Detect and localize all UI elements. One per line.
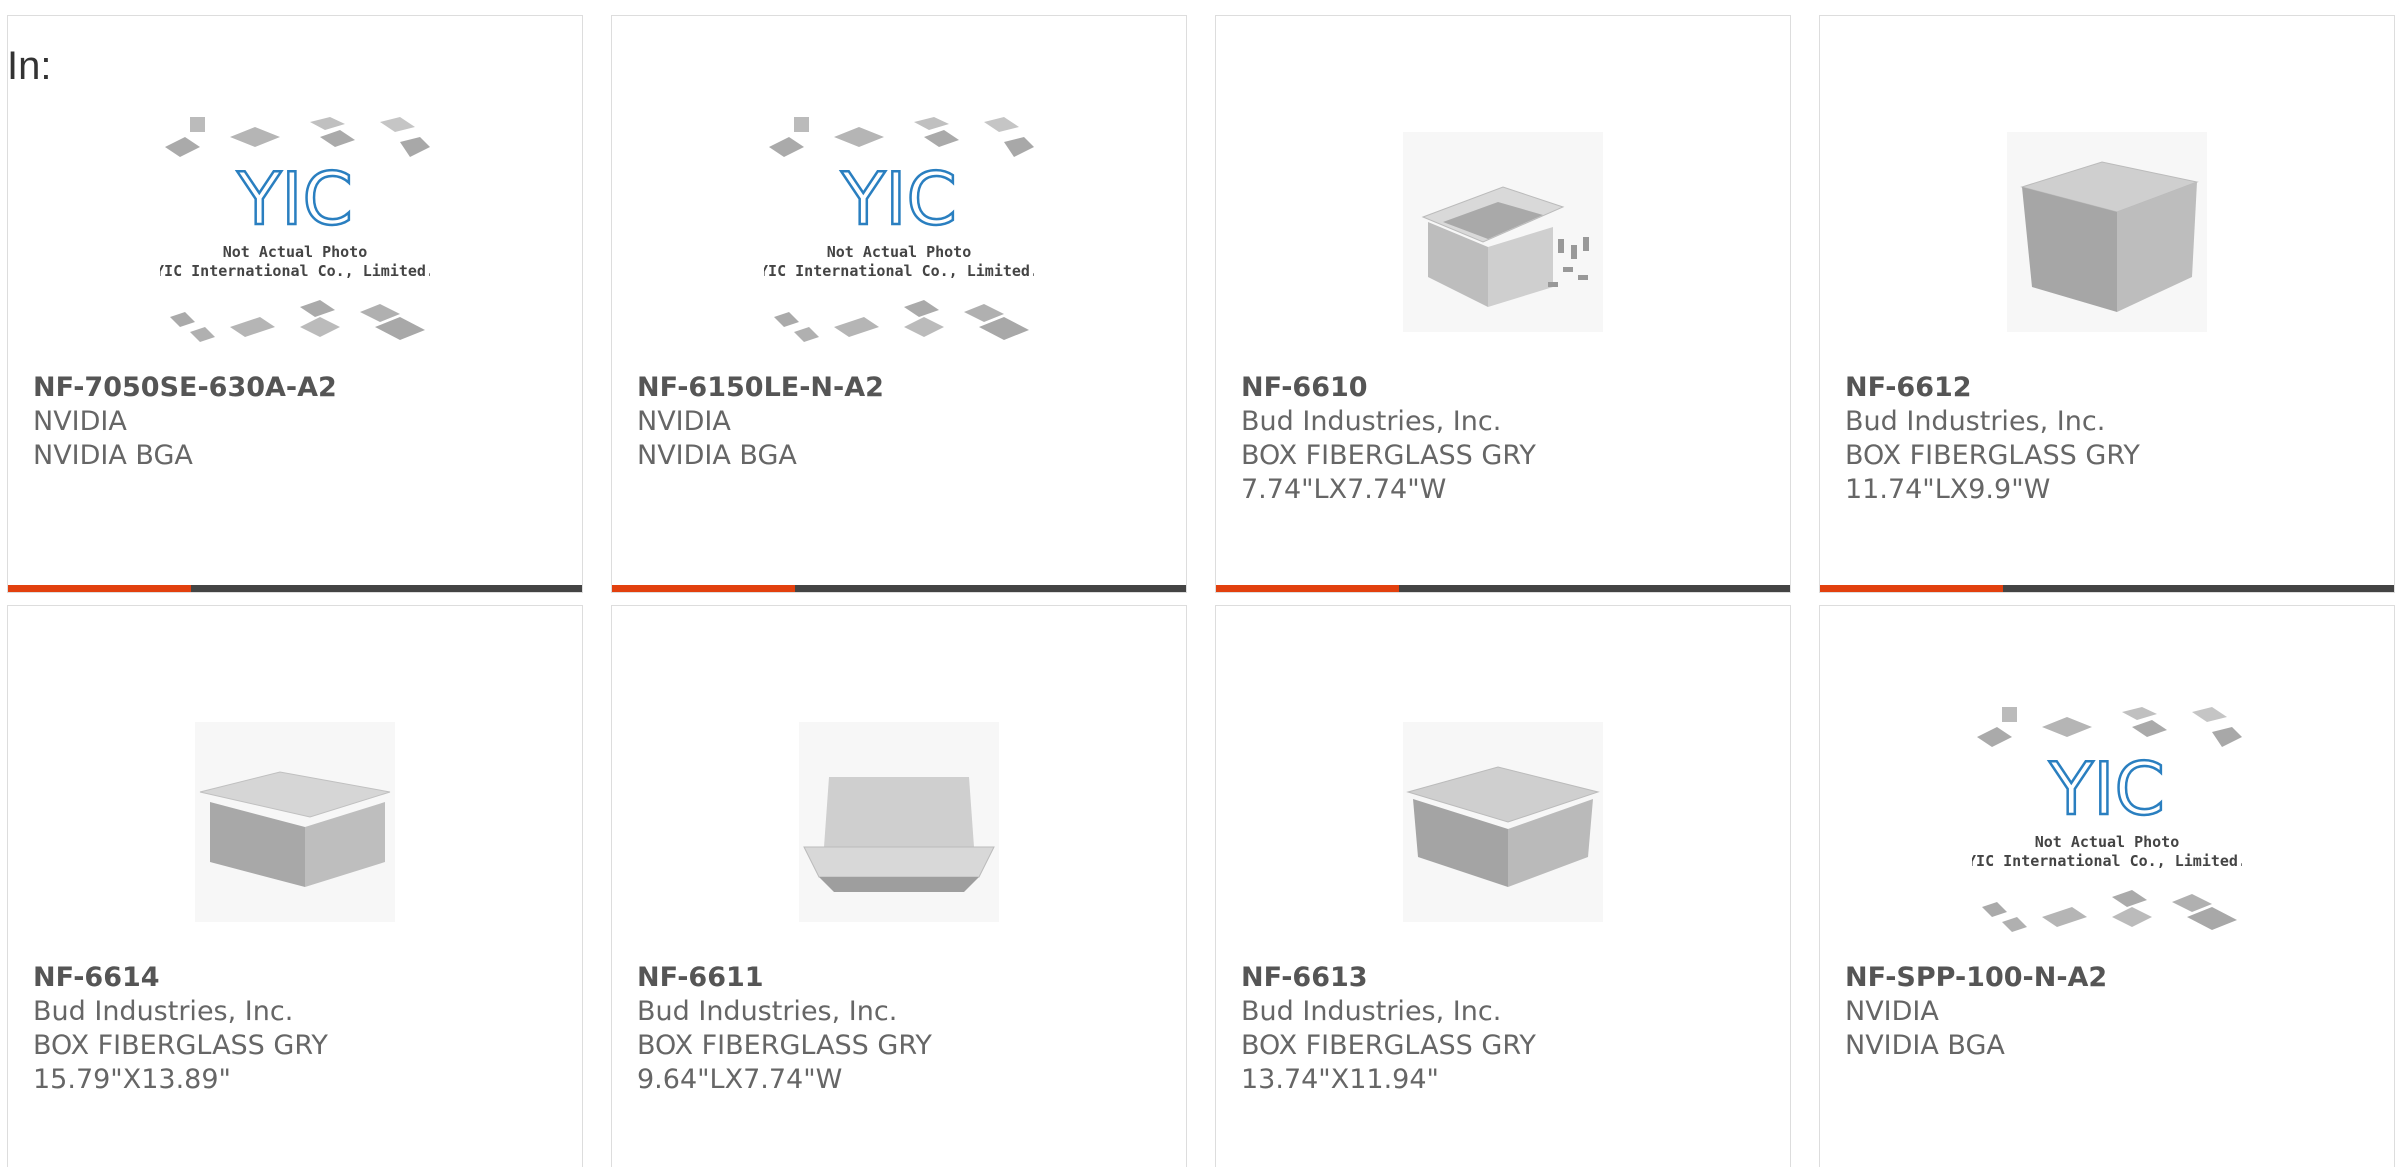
not-actual-photo-text: Not Actual Photo: [223, 243, 368, 261]
description-dimensions: 7.74"LX7.74"W: [1241, 474, 1447, 505]
manufacturer: Bud Industries, Inc.: [1845, 406, 2106, 437]
product-image[interactable]: [612, 688, 1186, 956]
description: BOX FIBERGLASS GRY: [1241, 440, 1536, 471]
placeholder-logo-image: YIC Not Actual Photo YIC International Co.…: [160, 112, 430, 352]
product-card[interactable]: NF-6611 Bud Industries, Inc. BOX FIBERGL…: [611, 605, 1187, 1167]
manufacturer: Bud Industries, Inc.: [1241, 406, 1502, 437]
description: NVIDIA BGA: [637, 440, 797, 471]
manufacturer: Bud Industries, Inc.: [1241, 996, 1502, 1027]
description-dimensions: 11.74"LX9.9"W: [1845, 474, 2051, 505]
description: BOX FIBERGLASS GRY: [637, 1030, 932, 1061]
product-grid-page: In: YIC Not Actual Photo YIC International…: [0, 0, 2400, 1167]
card-underline-accent: [1216, 585, 1399, 592]
enclosure-open-image: [1403, 132, 1603, 332]
yic-logo-text: YIC: [840, 157, 957, 241]
product-card[interactable]: YIC Not Actual Photo YIC International Co.…: [1819, 605, 2395, 1167]
enclosure-closed-image: [2007, 132, 2207, 332]
description: BOX FIBERGLASS GRY: [33, 1030, 328, 1061]
description-dimensions: 9.64"LX7.74"W: [637, 1064, 843, 1095]
part-number[interactable]: NF-6150LE-N-A2: [637, 371, 1166, 405]
part-number[interactable]: NF-6611: [637, 961, 1166, 995]
part-number[interactable]: NF-6610: [1241, 371, 1770, 405]
company-name-text: YIC International Co., Limited.: [764, 262, 1034, 280]
part-number[interactable]: NF-6614: [33, 961, 562, 995]
product-card[interactable]: NF-6612 Bud Industries, Inc. BOX FIBERGL…: [1819, 15, 2395, 593]
card-underline-bar: [612, 585, 1186, 592]
not-actual-photo-text: Not Actual Photo: [2035, 833, 2180, 851]
description: NVIDIA BGA: [1845, 1030, 2005, 1061]
product-image[interactable]: [1216, 688, 1790, 956]
product-image[interactable]: [1820, 98, 2394, 366]
product-image[interactable]: YIC Not Actual Photo YIC International Co.…: [612, 98, 1186, 366]
in-label: In:: [7, 44, 52, 88]
company-name-text: YIC International Co., Limited.: [160, 262, 430, 280]
part-number[interactable]: NF-7050SE-630A-A2: [33, 371, 562, 405]
product-image[interactable]: YIC Not Actual Photo YIC International Co.…: [1820, 688, 2394, 956]
part-number[interactable]: NF-6612: [1845, 371, 2374, 405]
company-name-text: YIC International Co., Limited.: [1972, 852, 2242, 870]
placeholder-logo-image: YIC Not Actual Photo YIC International Co.…: [764, 112, 1034, 352]
enclosure-closed-image: [195, 722, 395, 922]
enclosure-closed-image: [1403, 722, 1603, 922]
enclosure-inverted-image: [799, 722, 999, 922]
product-card[interactable]: YIC Not Actual Photo YIC International Co.…: [7, 15, 583, 593]
product-image[interactable]: YIC Not Actual Photo YIC International Co.…: [8, 98, 582, 366]
yic-logo-text: YIC: [236, 157, 353, 241]
product-image[interactable]: [1216, 98, 1790, 366]
description: NVIDIA BGA: [33, 440, 193, 471]
part-number[interactable]: NF-6613: [1241, 961, 1770, 995]
card-underline-accent: [612, 585, 795, 592]
description-dimensions: 15.79"X13.89": [33, 1064, 231, 1095]
product-card[interactable]: YIC Not Actual Photo YIC International Co.…: [611, 15, 1187, 593]
manufacturer: Bud Industries, Inc.: [33, 996, 294, 1027]
part-number[interactable]: NF-SPP-100-N-A2: [1845, 961, 2374, 995]
not-actual-photo-text: Not Actual Photo: [827, 243, 972, 261]
yic-logo-text: YIC: [2048, 747, 2165, 831]
card-underline-bar: [1820, 585, 2394, 592]
description: BOX FIBERGLASS GRY: [1845, 440, 2140, 471]
manufacturer: NVIDIA: [33, 406, 127, 437]
card-underline-bar: [1216, 585, 1790, 592]
card-underline-accent: [8, 585, 191, 592]
product-image[interactable]: [8, 688, 582, 956]
description: BOX FIBERGLASS GRY: [1241, 1030, 1536, 1061]
manufacturer: NVIDIA: [637, 406, 731, 437]
description-dimensions: 13.74"X11.94": [1241, 1064, 1439, 1095]
placeholder-logo-image: YIC Not Actual Photo YIC International Co.…: [1972, 702, 2242, 942]
card-underline-accent: [1820, 585, 2003, 592]
card-underline-bar: [8, 585, 582, 592]
product-card[interactable]: NF-6610 Bud Industries, Inc. BOX FIBERGL…: [1215, 15, 1791, 593]
product-card[interactable]: NF-6613 Bud Industries, Inc. BOX FIBERGL…: [1215, 605, 1791, 1167]
product-card[interactable]: NF-6614 Bud Industries, Inc. BOX FIBERGL…: [7, 605, 583, 1167]
manufacturer: NVIDIA: [1845, 996, 1939, 1027]
manufacturer: Bud Industries, Inc.: [637, 996, 898, 1027]
